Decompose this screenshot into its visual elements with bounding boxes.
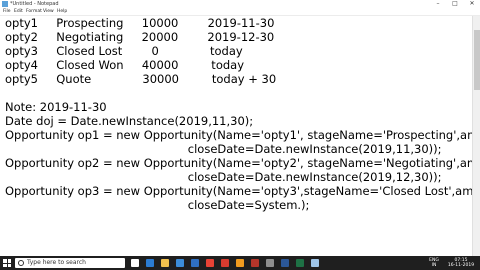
scrollbar-thumb[interactable] xyxy=(474,30,480,90)
editor-line: closeDate=Date.newInstance(2019,12,30)); xyxy=(5,170,442,184)
editor-line: opty5 Quote 30000 today + 30 xyxy=(5,72,277,86)
app-icon-dark[interactable] xyxy=(251,259,259,267)
search-placeholder: Type here to search xyxy=(27,259,86,266)
minimize-button[interactable]: – xyxy=(430,0,446,8)
menu-format[interactable]: Format xyxy=(26,8,42,15)
app-icon-orange[interactable] xyxy=(236,259,244,267)
excel-icon[interactable] xyxy=(296,259,304,267)
editor-line: opty3 Closed Lost 0 today xyxy=(5,44,243,58)
notepad-icon xyxy=(2,1,8,7)
editor-line: Opportunity op1 = new Opportunity(Name='… xyxy=(5,128,472,142)
file-explorer-icon[interactable] xyxy=(161,259,169,267)
maximize-button[interactable]: □ xyxy=(447,0,463,8)
editor-line: opty4 Closed Won 40000 today xyxy=(5,58,245,72)
editor-line: opty1 Prospecting 10000 2019-11-30 xyxy=(5,16,275,30)
edge-icon[interactable] xyxy=(146,259,154,267)
editor-line: closeDate=Date.newInstance(2019,11,30)); xyxy=(5,142,442,156)
menu-file[interactable]: File xyxy=(3,8,11,15)
taskbar: Type here to search ENG IN 07:15 16-11-2… xyxy=(0,256,480,270)
clock-date[interactable]: 16-11-2019 xyxy=(446,263,476,268)
word-icon[interactable] xyxy=(281,259,289,267)
app-icon-red[interactable] xyxy=(221,259,229,267)
editor-line: Date doj = Date.newInstance(2019,11,30); xyxy=(5,114,254,128)
chrome-icon[interactable] xyxy=(206,259,214,267)
app-icon-grey[interactable] xyxy=(266,259,274,267)
editor-line: closeDate=System.); xyxy=(5,198,310,212)
editor-line: Note: 2019-11-30 xyxy=(5,100,107,114)
taskbar-search-box[interactable]: Type here to search xyxy=(15,258,125,268)
vertical-scrollbar[interactable] xyxy=(472,16,480,256)
editor-line: opty2 Negotiating 20000 2019-12-30 xyxy=(5,30,275,44)
editor-line: Opportunity op2 = new Opportunity(Name='… xyxy=(5,156,472,170)
editor-line: Opportunity op3 = new Opportunity(Name='… xyxy=(5,184,472,198)
close-button[interactable]: ✕ xyxy=(464,0,480,8)
windows-start-icon[interactable] xyxy=(3,259,11,267)
menu-help[interactable]: Help xyxy=(57,8,67,15)
mail-icon[interactable] xyxy=(191,259,199,267)
menu-edit[interactable]: Edit xyxy=(14,8,23,15)
search-icon xyxy=(18,260,24,266)
notepad-icon[interactable] xyxy=(311,259,319,267)
menu-view[interactable]: View xyxy=(43,8,54,15)
store-icon[interactable] xyxy=(176,259,184,267)
menu-bar: File Edit Format View Help xyxy=(0,8,480,16)
window-title: *Untitled - Notepad xyxy=(10,1,59,7)
task-view-icon[interactable] xyxy=(131,259,139,267)
text-editor[interactable]: opty1 Prospecting 10000 2019-11-30 opty2… xyxy=(0,16,472,256)
region-indicator: IN xyxy=(431,263,437,268)
